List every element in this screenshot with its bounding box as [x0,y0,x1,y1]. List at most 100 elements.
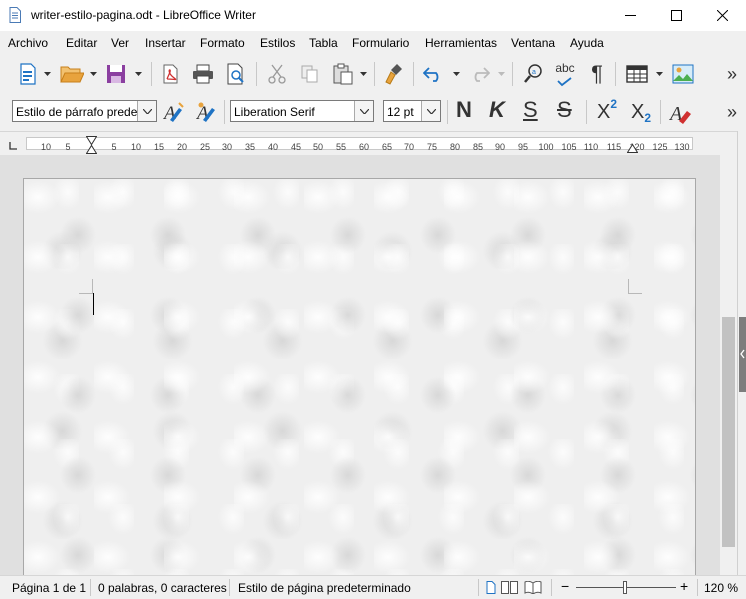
open-folder-icon [60,66,84,83]
font-size-combo[interactable]: 12 pt [383,100,441,122]
chevron-down-icon [426,108,436,114]
menu-ventana[interactable]: Ventana [511,36,555,50]
print-button[interactable] [189,60,217,88]
menu-insertar[interactable]: Insertar [145,36,186,50]
menu-estilos[interactable]: Estilos [260,36,295,50]
tab-stop-left-icon[interactable] [9,141,18,150]
menu-formato[interactable]: Formato [200,36,245,50]
menu-editar[interactable]: Editar [66,36,97,50]
maximize-icon [670,10,682,21]
text-boundary-mark [79,293,93,294]
update-style-button[interactable]: A [160,98,188,126]
document-area[interactable] [0,155,735,575]
ruler-label: 25 [199,142,211,152]
clear-formatting-button[interactable]: A [667,98,695,126]
ruler-label: 60 [358,142,370,152]
menu-formulario[interactable]: Formulario [352,36,409,50]
page-count[interactable]: Página 1 de 1 [12,581,86,595]
menu-ayuda[interactable]: Ayuda [570,36,604,50]
export-pdf-button[interactable] [157,60,185,88]
new-style-icon: A [195,102,215,124]
superscript-mark: 2 [610,97,618,111]
undo-button[interactable] [420,60,448,88]
redo-dropdown[interactable] [496,60,506,88]
minimize-button[interactable] [607,0,653,31]
indent-marker-left-icon[interactable] [86,136,97,154]
minimize-icon [624,15,636,16]
book-view-icon[interactable] [524,581,542,594]
undo-dropdown[interactable] [451,60,461,88]
vertical-scrollbar[interactable] [720,155,737,575]
ruler-label: 30 [221,142,233,152]
save-dropdown[interactable] [133,60,143,88]
insert-table-button[interactable] [623,60,651,88]
chevron-down-icon [43,72,51,76]
text-cursor [93,293,94,315]
font-size-dropdown[interactable] [421,101,440,121]
open-dropdown[interactable] [88,60,98,88]
font-name-dropdown[interactable] [354,101,373,121]
menu-ver[interactable]: Ver [111,36,129,50]
indent-marker-right-icon[interactable] [627,143,638,153]
status-bar: Página 1 de 1 0 palabras, 0 caracteres E… [0,575,746,599]
strikethrough-button[interactable]: S [557,97,572,123]
new-document-dropdown[interactable] [42,60,52,88]
more-formatting-button[interactable]: » [722,98,742,126]
formatting-toolbar: Estilo de párrafo predeterminado A A Lib… [0,93,746,131]
paste-button[interactable] [329,60,357,88]
horizontal-ruler[interactable]: 10 5 5 10 15 20 25 30 35 40 45 50 55 60 … [0,131,746,156]
single-page-view-icon[interactable] [486,581,496,594]
chevron-down-icon [359,108,369,114]
ruler-label: 35 [244,142,256,152]
scrollbar-thumb[interactable] [722,317,735,547]
copy-button[interactable] [296,60,324,88]
new-style-button[interactable]: A [193,98,221,126]
paragraph-style-dropdown[interactable] [137,101,156,121]
spelling-button[interactable]: abc [551,60,579,88]
font-size-value: 12 pt [387,105,414,119]
new-document-button[interactable] [14,60,42,88]
ruler-label: 95 [517,142,529,152]
word-count[interactable]: 0 palabras, 0 caracteres [98,581,227,595]
clone-formatting-button[interactable] [380,60,408,88]
italic-button[interactable]: K [489,97,505,123]
ruler-label: 65 [381,142,393,152]
formatting-marks-button[interactable]: ¶ [583,60,611,88]
menu-archivo[interactable]: Archivo [8,36,48,50]
text-boundary-mark [628,293,642,294]
find-replace-button[interactable]: a [520,60,548,88]
more-tools-button[interactable]: » [722,60,742,88]
zoom-slider-handle[interactable] [623,581,627,594]
paragraph-style-combo[interactable]: Estilo de párrafo predeterminado [12,100,157,122]
subscript-label: X [630,100,645,123]
ruler-label: 100 [538,142,554,152]
ruler-label: 45 [290,142,302,152]
multi-page-view-icon[interactable] [501,581,519,594]
maximize-button[interactable] [653,0,699,31]
print-preview-button[interactable] [222,60,250,88]
subscript-mark: 2 [644,111,652,125]
subscript-button[interactable]: X 2 [626,98,656,126]
cut-button[interactable] [263,60,291,88]
close-button[interactable] [699,0,745,31]
zoom-in-button[interactable]: + [680,578,688,594]
document-page[interactable] [23,178,696,575]
menu-tabla[interactable]: Tabla [309,36,338,50]
ruler-label: 85 [472,142,484,152]
menu-herramientas[interactable]: Herramientas [425,36,497,50]
font-name-combo[interactable]: Liberation Serif [230,100,374,122]
save-button[interactable] [102,60,130,88]
ruler-label: 110 [583,142,599,152]
sidebar-toggle[interactable] [739,317,746,392]
zoom-out-button[interactable]: − [561,578,569,594]
redo-button[interactable] [465,60,493,88]
insert-image-button[interactable] [669,60,697,88]
underline-button[interactable]: S [523,97,538,123]
superscript-button[interactable]: X 2 [592,97,622,126]
insert-table-dropdown[interactable] [654,60,664,88]
bold-button[interactable]: N [456,97,472,123]
open-button[interactable] [58,60,86,88]
zoom-level[interactable]: 120 % [704,581,738,595]
page-style-name[interactable]: Estilo de página predeterminado [238,581,411,595]
paste-dropdown[interactable] [358,60,368,88]
